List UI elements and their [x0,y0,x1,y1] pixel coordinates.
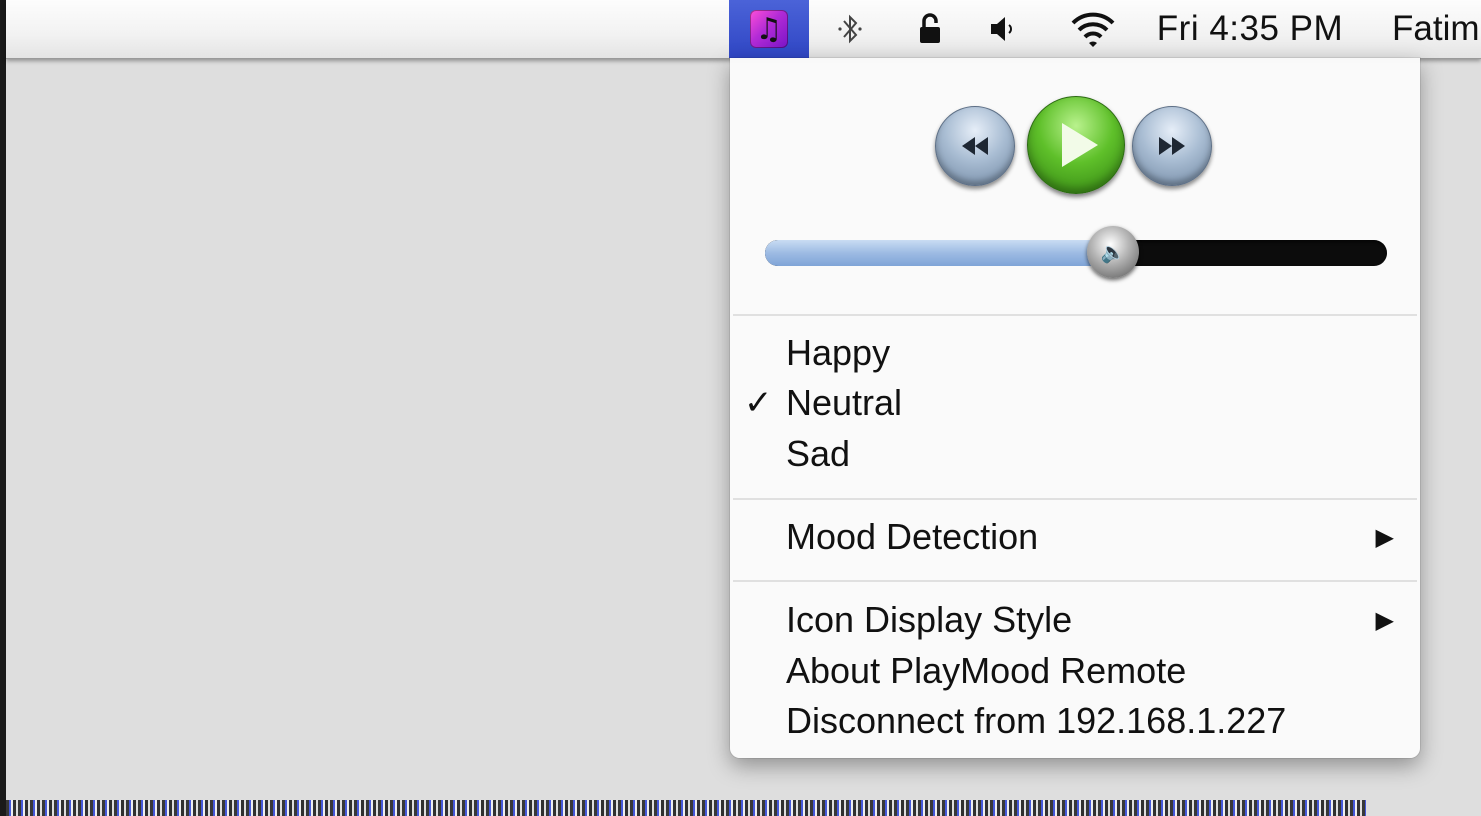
desktop: ♫ Fri 4:35 PM Fatim 🔈 Happy ✓ Neutral Sa… [0,0,1481,816]
menu-separator [733,314,1417,316]
wifi-icon[interactable] [1058,0,1128,58]
menu-item-label: Mood Detection [786,516,1039,557]
lock-icon-graphic [920,13,940,43]
menu-separator [733,580,1417,582]
volume-slider[interactable]: 🔈 [765,226,1387,278]
menu-item-label: Disconnect from 192.168.1.227 [786,700,1287,741]
menu-item-label: Happy [786,332,891,373]
speaker-icon-graphic [991,17,1012,41]
volume-slider-knob[interactable]: 🔈 [1087,226,1139,278]
checkmark-icon: ✓ [744,383,773,423]
menubar-user-name[interactable]: Fatim [1392,0,1481,58]
rewind-button[interactable] [935,106,1015,186]
menu-item-sad[interactable]: Sad [730,429,1420,479]
player-controls: 🔈 [730,58,1420,314]
play-icon [1062,123,1098,167]
playmood-status-item[interactable]: ♫ [729,0,809,58]
menu-item-happy[interactable]: Happy [730,328,1420,378]
screen-edge [0,0,6,816]
lock-icon[interactable] [906,0,954,58]
menu-item-label: Icon Display Style [786,599,1073,640]
submenu-arrow-icon: ▶ [1375,523,1394,551]
play-button[interactable] [1027,96,1125,194]
music-note-icon: ♫ [750,10,788,48]
menu-item-label: Sad [786,433,851,474]
rewind-icon [962,137,988,155]
menu-item-neutral[interactable]: ✓ Neutral [730,378,1420,428]
menu-item-about[interactable]: About PlayMood Remote [730,646,1420,696]
volume-icon[interactable] [978,0,1026,58]
bluetooth-icon[interactable] [826,0,874,58]
screen-artifact-strip [6,800,1366,816]
bluetooth-icon-graphic [838,14,862,44]
playmood-menu: 🔈 Happy ✓ Neutral Sad Mood Detection ▶ I… [730,58,1420,758]
menu-separator [733,498,1417,500]
volume-slider-fill [765,240,1113,266]
wifi-icon-graphic [1071,12,1115,47]
speaker-knob-icon: 🔈 [1100,240,1126,264]
menu-item-icon-display-style[interactable]: Icon Display Style ▶ [730,595,1420,645]
menu-item-label: About PlayMood Remote [786,650,1187,691]
fast-forward-button[interactable] [1132,106,1212,186]
fast-forward-icon [1159,137,1185,155]
menu-item-disconnect[interactable]: Disconnect from 192.168.1.227 [730,696,1420,746]
menu-item-mood-detection[interactable]: Mood Detection ▶ [730,512,1420,562]
menubar-clock[interactable]: Fri 4:35 PM [1140,0,1360,58]
submenu-arrow-icon: ▶ [1375,606,1394,634]
menu-item-label: Neutral [786,382,903,423]
